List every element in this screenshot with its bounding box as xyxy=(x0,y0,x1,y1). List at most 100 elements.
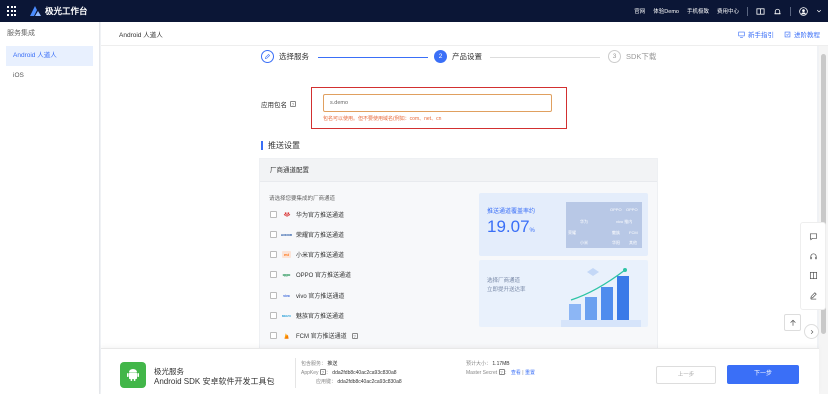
table-cell: OPPO xyxy=(610,207,622,212)
guide-link[interactable]: 新手指引 xyxy=(738,29,774,39)
nav-divider xyxy=(790,6,791,16)
checkbox[interactable] xyxy=(270,332,277,339)
bell-icon[interactable] xyxy=(773,7,782,16)
nav-link-demo[interactable]: 体验Demo xyxy=(653,7,679,15)
help-icon[interactable]: ? xyxy=(290,101,296,107)
promo-card[interactable]: 选择厂商通道 立即提升送达率 xyxy=(479,260,648,327)
advanced-link[interactable]: 进阶教程 xyxy=(784,29,820,39)
app-name-hint: 包名可以使用。但不要使用域名(例如：com、net、cn xyxy=(323,116,442,122)
vendor-option-meizu[interactable]: MEIZU 魅族官方推送通道 xyxy=(270,311,344,320)
step-select-service[interactable]: 选择服务 xyxy=(261,50,309,63)
nav-link-official[interactable]: 官网 xyxy=(634,7,645,15)
vendor-label: 小米官方推送通道 xyxy=(296,253,345,259)
sidebar-item-ios[interactable]: iOS xyxy=(6,66,93,86)
app-name-label-row: 应用包名 ? xyxy=(261,99,296,109)
top-nav: 官网 体验Demo 手机极致 费用中心 xyxy=(634,0,822,22)
feedback-edit-icon[interactable] xyxy=(809,291,818,300)
expand-toolbar-button[interactable] xyxy=(804,324,819,339)
tutorial-icon xyxy=(784,31,791,37)
step-sdk-download[interactable]: 3 SDK下载 xyxy=(608,50,656,63)
prev-step-button[interactable]: 上一步 xyxy=(656,366,716,384)
top-bar: 极光工作台 官网 体验Demo 手机极致 费用中心 xyxy=(0,0,828,22)
divider xyxy=(295,358,296,388)
table-cell: OPPO xyxy=(626,207,638,212)
vendor-label: 华为官方推送通道 xyxy=(296,213,345,219)
coverage-title: 推送通道覆盖率约 xyxy=(487,209,536,215)
checkbox[interactable] xyxy=(270,292,277,299)
choose-vendor-label: 请选择您要集成的厂商通道 xyxy=(269,196,336,202)
step-label: 产品设置 xyxy=(452,52,482,61)
checkbox[interactable] xyxy=(270,211,277,218)
scrollbar[interactable] xyxy=(819,46,828,394)
help-icon[interactable]: ? xyxy=(319,369,326,375)
book-icon[interactable] xyxy=(756,7,765,16)
huawei-icon xyxy=(282,211,291,218)
app-name-input[interactable] xyxy=(323,94,552,112)
edit-icon xyxy=(261,50,274,63)
headset-icon[interactable] xyxy=(809,252,818,261)
step-product-settings[interactable]: 2 产品设置 xyxy=(434,50,482,63)
table-cell: 小米 xyxy=(580,240,588,245)
user-avatar-icon[interactable] xyxy=(799,6,808,16)
bottom-summary-bar: 极光服务 Android SDK 安卓软件开发工具包 包含服务： 推送 AppK… xyxy=(101,348,819,394)
chat-icon[interactable] xyxy=(809,232,818,241)
vendor-option-xiaomi[interactable]: mi 小米官方推送通道 xyxy=(270,250,344,259)
checkbox[interactable] xyxy=(270,231,277,238)
vivo-icon: vivo xyxy=(283,293,290,298)
vendor-share-table: OPPO OPPO 华为 vivo 推内 荣耀 魅族 FCM 小米 华阳 其他 xyxy=(566,202,642,248)
arrow-up-icon xyxy=(789,319,796,326)
vendor-option-fcm[interactable]: FCM 官方推送通道 ? xyxy=(270,331,358,340)
back-to-top-button[interactable] xyxy=(784,314,801,331)
vendor-label: 魅族官方推送通道 xyxy=(296,314,345,320)
vendor-label: FCM 官方推送通道 xyxy=(296,334,347,340)
advanced-label: 进阶教程 xyxy=(794,32,820,39)
logo[interactable]: 极光工作台 xyxy=(30,5,88,17)
page-title: Android 人道人 xyxy=(119,31,163,39)
jiguang-logo-icon xyxy=(30,6,41,16)
nav-divider xyxy=(747,6,748,16)
checkbox[interactable] xyxy=(270,312,277,319)
nav-link-mobile[interactable]: 手机极致 xyxy=(687,7,709,15)
step-label: SDK下载 xyxy=(626,52,657,61)
vendor-option-vivo[interactable]: vivo vivo 官方推送通道 xyxy=(270,291,344,300)
sidebar: 服务集成 Android 人道人 iOS xyxy=(0,22,100,394)
vendor-label: 荣耀官方推送通道 xyxy=(296,233,345,239)
included-services: 包含服务： 推送 xyxy=(301,361,338,367)
table-cell: 华阳 xyxy=(612,240,620,245)
help-icon[interactable]: ? xyxy=(498,369,505,375)
meizu-icon: MEIZU xyxy=(281,313,292,318)
guide-label: 新手指引 xyxy=(748,32,774,39)
coverage-value: 19.07% xyxy=(487,217,535,236)
secret-view-link[interactable]: 查看 xyxy=(511,370,521,376)
app-grid-icon[interactable] xyxy=(7,6,17,16)
vendor-option-honor[interactable]: HONOR 荣耀官方推送通道 xyxy=(270,230,344,239)
next-step-button[interactable]: 下一步 xyxy=(727,365,799,384)
help-icon[interactable]: ? xyxy=(351,332,358,339)
master-secret-row: Master Secret ?： 查看 | 重置 xyxy=(466,369,536,376)
vendor-option-huawei[interactable]: 华为官方推送通道 xyxy=(270,210,344,219)
promo-text: 选择厂商通道 立即提升送达率 xyxy=(487,277,526,295)
vendor-option-oppo[interactable]: oppo OPPO 官方推送通道 xyxy=(270,270,351,279)
chevron-down-icon[interactable] xyxy=(816,8,822,14)
monitor-icon xyxy=(738,31,745,38)
panel-title: 厂商通道配置 xyxy=(260,159,657,182)
table-cell: 其他 xyxy=(629,240,637,245)
checkbox[interactable] xyxy=(270,251,277,258)
logo-text: 极光工作台 xyxy=(45,6,88,16)
promo-line-2: 立即提升送达率 xyxy=(487,287,526,293)
docs-icon[interactable] xyxy=(809,271,818,280)
checkbox[interactable] xyxy=(270,271,277,278)
oppo-icon: oppo xyxy=(282,272,291,277)
vendor-label: OPPO 官方推送通道 xyxy=(296,273,352,279)
android-icon xyxy=(120,362,146,388)
estimated-size: 预计大小： 1.17MB xyxy=(466,361,510,367)
table-cell: 魅族 xyxy=(612,230,620,235)
table-cell: 华为 xyxy=(580,219,588,224)
sidebar-item-android[interactable]: Android 人道人 xyxy=(6,46,93,66)
fcm-icon xyxy=(282,332,291,339)
nav-link-billing[interactable]: 费用中心 xyxy=(717,7,739,15)
app-id-row: 应用键： dda2fdb8c40ac2ca93c830a8 xyxy=(316,379,402,385)
step-label: 选择服务 xyxy=(279,52,309,61)
app-name-label: 应用包名 xyxy=(261,102,287,109)
secret-reset-link[interactable]: 重置 xyxy=(525,370,535,376)
